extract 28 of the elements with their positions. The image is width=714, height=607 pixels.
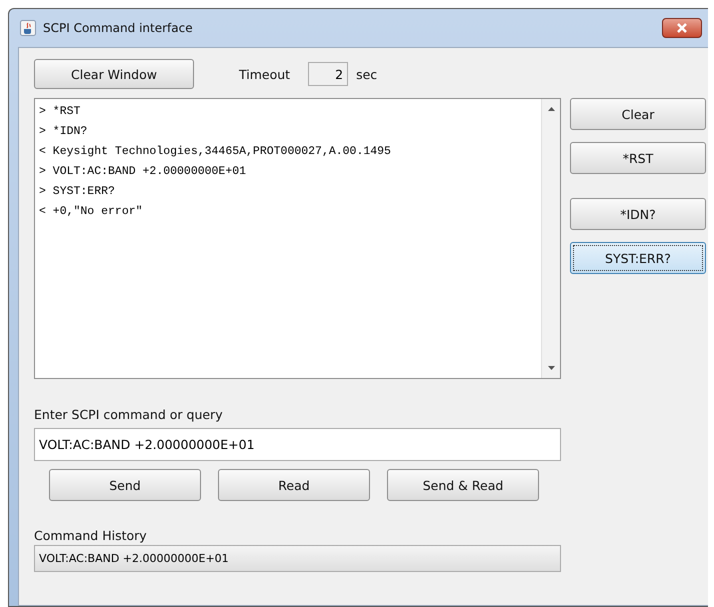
- scrollbar[interactable]: [541, 99, 560, 378]
- close-icon: [676, 23, 688, 33]
- clear-window-button[interactable]: Clear Window: [34, 59, 194, 89]
- timeout-field[interactable]: 2: [308, 62, 348, 86]
- log-line: > *RST: [39, 104, 82, 120]
- command-button[interactable]: Clear: [570, 98, 706, 130]
- cup-icon: [20, 20, 36, 36]
- command-field[interactable]: VOLT:AC:BAND +2.00000000E+01: [34, 428, 561, 461]
- log-line: > SYST:ERR?: [39, 184, 116, 200]
- command-button[interactable]: *RST: [570, 142, 706, 174]
- action-button[interactable]: Send & Read: [387, 469, 539, 501]
- log-line: > VOLT:AC:BAND +2.00000000E+01: [39, 164, 248, 180]
- history-dropdown[interactable]: VOLT:AC:BAND +2.00000000E+01: [34, 545, 561, 572]
- timeout-label: Timeout: [239, 66, 290, 82]
- log-line: > *IDN?: [39, 124, 88, 140]
- down-arrow-icon: [548, 366, 554, 370]
- action-button[interactable]: Read: [218, 469, 370, 501]
- history-label: Command History: [34, 528, 148, 543]
- command-button[interactable]: *IDN?: [570, 198, 706, 230]
- command-button[interactable]: SYST:ERR?: [570, 242, 706, 274]
- close-button[interactable]: [662, 18, 702, 38]
- unit-label: sec: [356, 66, 378, 82]
- log-line: < +0,"No error": [39, 204, 144, 220]
- window-title: SCPI Command interface: [43, 21, 194, 35]
- log-line: < Keysight Technologies,34465A,PROT000027,A.00.1495: [39, 144, 392, 160]
- command-label: Enter SCPI command or query: [34, 407, 224, 422]
- up-arrow-icon: [548, 107, 554, 111]
- action-button[interactable]: Send: [49, 469, 201, 501]
